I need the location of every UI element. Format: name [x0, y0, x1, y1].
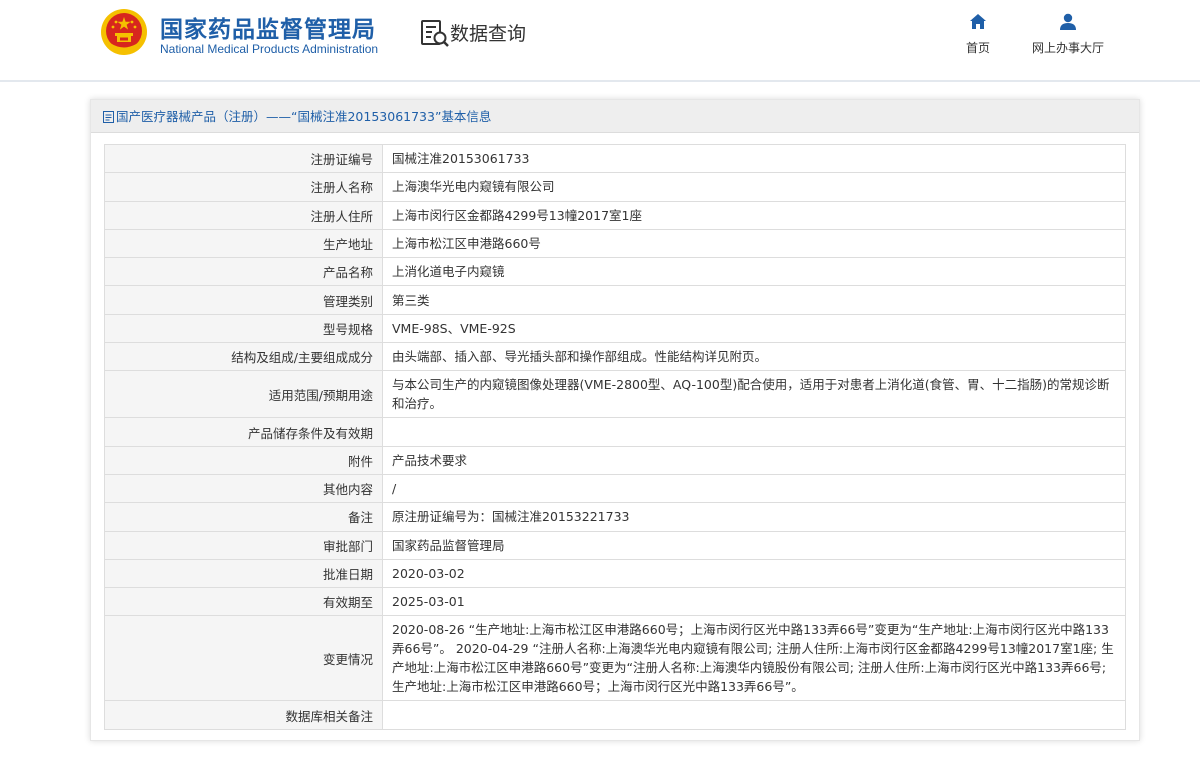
field-value	[382, 417, 1126, 447]
field-label: 备注	[104, 502, 383, 532]
nav-online-office-link[interactable]: 网上办事大厅	[1028, 12, 1108, 56]
table-row: 管理类别 第三类	[104, 285, 1126, 315]
site-header: 国家药品监督管理局 National Medical Products Admi…	[0, 0, 1200, 82]
field-value: 上消化道电子内窥镜	[382, 257, 1126, 287]
detail-panel: 国产医疗器械产品（注册）——“国械注准20153061733”基本信息 注册证编…	[90, 99, 1140, 741]
field-value: 与本公司生产的内窥镜图像处理器(VME-2800型、AQ-100型)配合使用，适…	[382, 370, 1126, 419]
nav-home-label: 首页	[965, 41, 990, 55]
field-value: 由头端部、插入部、导光插头部和操作部组成。性能结构详见附页。	[382, 342, 1126, 372]
table-row: 适用范围/预期用途 与本公司生产的内窥镜图像处理器(VME-2800型、AQ-10…	[104, 370, 1126, 419]
field-value: 2020-03-02	[382, 558, 1126, 589]
field-label: 结构及组成/主要组成成分	[104, 342, 383, 372]
data-query-title: 数据查询	[450, 23, 527, 45]
field-value: 第三类	[382, 285, 1126, 315]
table-row: 结构及组成/主要组成成分 由头端部、插入部、导光插头部和操作部组成。性能结构详见附…	[104, 342, 1126, 372]
field-value: 国械注准20153061733	[382, 143, 1126, 174]
data-query-icon	[421, 20, 449, 47]
nav-home-link[interactable]: 首页	[938, 12, 1018, 56]
field-label: 注册人住所	[104, 200, 383, 230]
home-icon	[970, 14, 986, 29]
table-row: 生产地址 上海市松江区申港路660号	[104, 228, 1126, 259]
field-label: 审批部门	[104, 530, 383, 560]
field-label: 型号规格	[104, 313, 383, 344]
field-label: 有效期至	[104, 587, 383, 617]
field-label: 变更情况	[104, 615, 383, 702]
field-label: 注册证编号	[104, 143, 383, 174]
panel-header: 国产医疗器械产品（注册）——“国械注准20153061733”基本信息	[91, 100, 1139, 133]
field-value: 国家药品监督管理局	[382, 530, 1126, 560]
field-value: 原注册证编号为：国械注准20153221733	[382, 502, 1126, 532]
field-label: 批准日期	[104, 558, 383, 589]
field-value: VME-98S、VME-92S	[382, 313, 1126, 344]
table-row: 审批部门 国家药品监督管理局	[104, 530, 1126, 560]
field-label: 其他内容	[104, 473, 383, 504]
panel-title: 国产医疗器械产品（注册）——“国械注准20153061733”基本信息	[116, 109, 492, 124]
table-row: 附件 产品技术要求	[104, 445, 1126, 475]
field-label: 注册人名称	[104, 172, 383, 202]
registration-info-table: 注册证编号 国械注准20153061733 注册人名称 上海澳华光电内窥镜有限公司 …	[104, 143, 1126, 730]
table-row: 型号规格 VME-98S、VME-92S	[104, 313, 1126, 344]
field-value: 上海澳华光电内窥镜有限公司	[382, 172, 1126, 202]
table-row: 注册人住所 上海市闵行区金都路4299号13幢2017室1座	[104, 200, 1126, 230]
field-value: /	[382, 473, 1126, 504]
field-value: 2025-03-01	[382, 587, 1126, 617]
table-row: 其他内容 /	[104, 473, 1126, 504]
field-value: 产品技术要求	[382, 445, 1126, 475]
field-label: 附件	[104, 445, 383, 475]
field-value: 上海市松江区申港路660号	[382, 228, 1126, 259]
table-row: 产品储存条件及有效期	[104, 417, 1126, 447]
agency-name-en: National Medical Products Administration	[160, 42, 379, 56]
field-value	[382, 700, 1126, 730]
table-row: 产品名称 上消化道电子内窥镜	[104, 257, 1126, 287]
table-row: 备注 原注册证编号为：国械注准20153221733	[104, 502, 1126, 532]
table-row: 有效期至 2025-03-01	[104, 587, 1126, 617]
user-icon	[1060, 13, 1076, 30]
field-label: 适用范围/预期用途	[104, 370, 383, 419]
field-label: 数据库相关备注	[104, 700, 383, 730]
national-emblem-icon[interactable]	[100, 8, 148, 56]
field-value: 上海市闵行区金都路4299号13幢2017室1座	[382, 200, 1126, 230]
field-label: 生产地址	[104, 228, 383, 259]
field-label: 管理类别	[104, 285, 383, 315]
document-icon	[103, 111, 114, 123]
field-label: 产品储存条件及有效期	[104, 417, 383, 447]
nav-online-office-label: 网上办事大厅	[1031, 41, 1104, 55]
table-row: 注册证编号 国械注准20153061733	[104, 143, 1126, 174]
table-row: 变更情况 2020-08-26 “生产地址:上海市松江区申港路660号；上海市闵行…	[104, 615, 1126, 702]
agency-name-cn: 国家药品监督管理局	[160, 17, 376, 43]
table-row: 批准日期 2020-03-02	[104, 558, 1126, 589]
table-row: 注册人名称 上海澳华光电内窥镜有限公司	[104, 172, 1126, 202]
field-label: 产品名称	[104, 257, 383, 287]
field-value: 2020-08-26 “生产地址:上海市松江区申港路660号；上海市闵行区光中路…	[382, 615, 1126, 702]
table-row: 数据库相关备注	[104, 700, 1126, 730]
